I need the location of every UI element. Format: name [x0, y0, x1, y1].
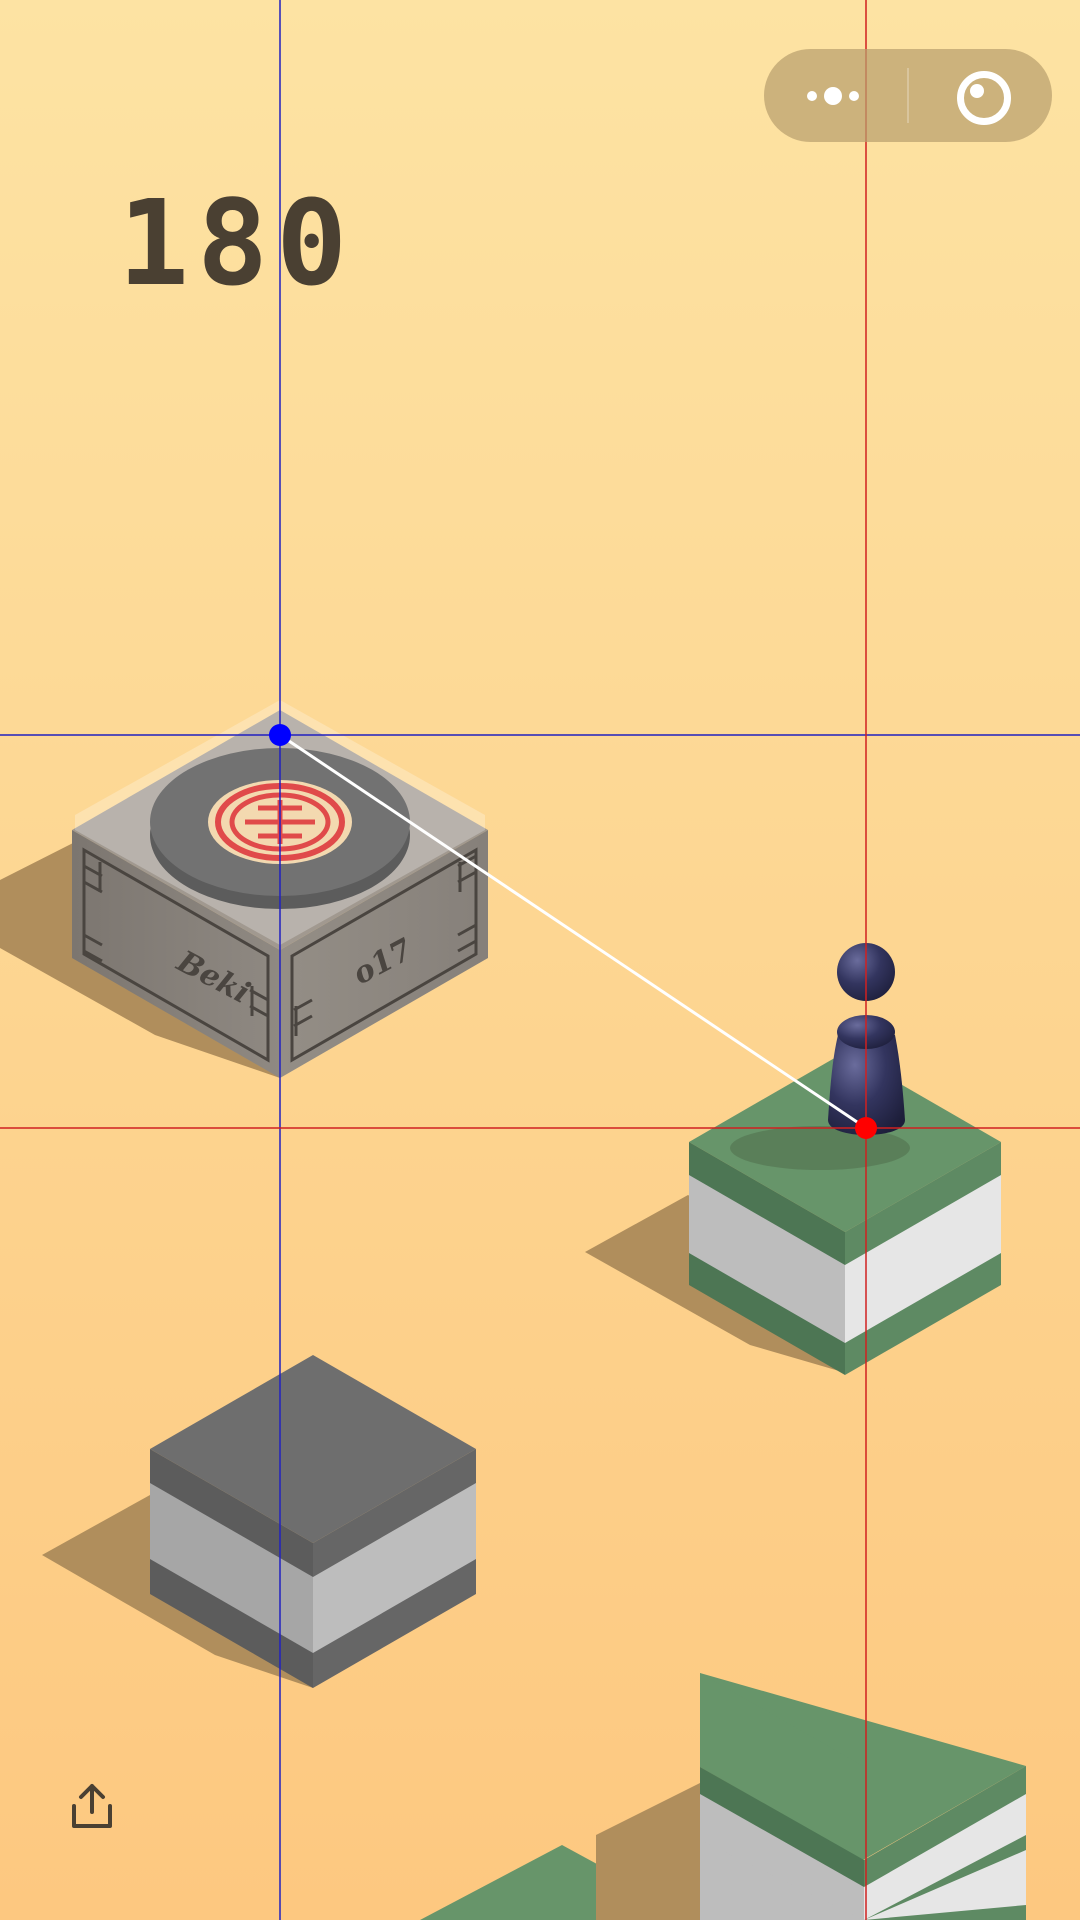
more-button[interactable] [764, 49, 907, 142]
score-counter: 180 [118, 174, 356, 312]
more-dot-center [824, 87, 842, 105]
player-point [855, 1117, 877, 1139]
share-upload-icon [72, 1784, 112, 1828]
more-dot-right [849, 91, 859, 101]
target-close-icon [957, 71, 1011, 125]
more-dots-icon [807, 91, 817, 101]
close-icon-core [970, 84, 984, 98]
target-point [269, 724, 291, 746]
close-button[interactable] [909, 49, 1052, 142]
share-button[interactable] [68, 1782, 116, 1830]
mini-program-capsule [764, 49, 1052, 142]
